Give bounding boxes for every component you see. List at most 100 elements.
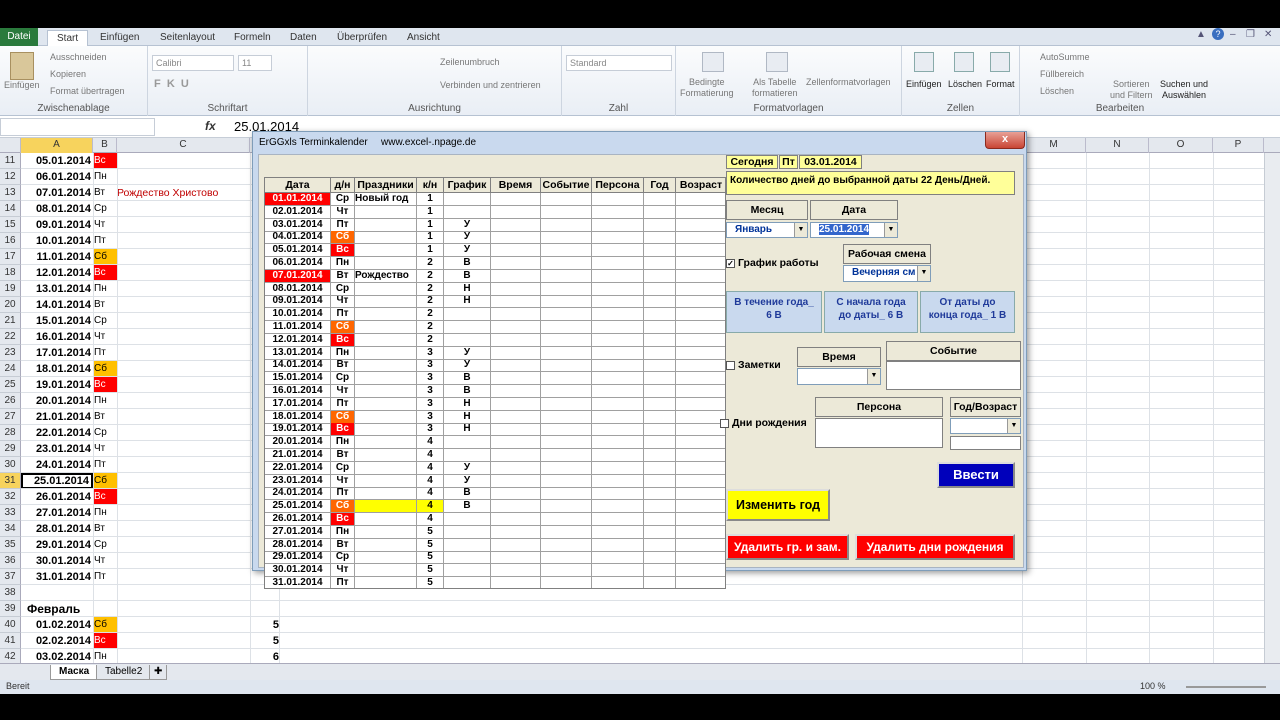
row-header[interactable]: 30 xyxy=(0,457,21,473)
cell-date[interactable]: 24.01.2014 xyxy=(21,457,93,473)
cell-date[interactable]: 08.01.2014 xyxy=(21,201,93,217)
enter-button[interactable]: Ввести xyxy=(937,462,1015,488)
cell-weekday[interactable]: Чт xyxy=(93,217,117,233)
event-input[interactable] xyxy=(886,361,1021,390)
cell-date[interactable]: 18.01.2014 xyxy=(21,361,93,377)
row-header[interactable]: 15 xyxy=(0,217,21,233)
fill-button[interactable]: Füllbereich xyxy=(1040,69,1084,79)
font-name-select[interactable]: Calibri xyxy=(152,55,234,71)
cell-weekday[interactable]: Ср xyxy=(93,537,117,553)
cell-weekday[interactable]: Пн xyxy=(93,169,117,185)
cell-date[interactable]: 30.01.2014 xyxy=(21,553,93,569)
window-minimize-icon[interactable]: – xyxy=(1230,29,1236,40)
row-header[interactable]: 38 xyxy=(0,585,21,601)
cell-weekday[interactable]: Вс xyxy=(93,153,117,169)
row-header[interactable]: 36 xyxy=(0,553,21,569)
row-header[interactable]: 39 xyxy=(0,601,21,617)
row-header[interactable]: 17 xyxy=(0,249,21,265)
cell-date[interactable]: 19.01.2014 xyxy=(21,377,93,393)
cell-date[interactable]: 22.01.2014 xyxy=(21,425,93,441)
cell-date[interactable]: 10.01.2014 xyxy=(21,233,93,249)
time-select[interactable]: ▼ xyxy=(797,368,881,385)
find-select-button[interactable]: Suchen und Auswählen xyxy=(1160,79,1208,101)
list-header[interactable]: Возраст xyxy=(676,178,725,193)
row-header[interactable]: 37 xyxy=(0,569,21,585)
paste-button[interactable]: Einfügen xyxy=(4,80,40,90)
month-select[interactable]: Январь ▼ xyxy=(726,222,808,238)
row-header[interactable]: 31 xyxy=(0,473,21,489)
list-header[interactable]: Год xyxy=(644,178,676,193)
column-header-a[interactable]: A xyxy=(21,138,93,153)
row-header[interactable]: 12 xyxy=(0,169,21,185)
list-header[interactable]: к/н xyxy=(417,178,444,193)
cell-date[interactable]: 09.01.2014 xyxy=(21,217,93,233)
window-close-icon[interactable]: ✕ xyxy=(1264,29,1272,40)
cell-weekday[interactable]: Чт xyxy=(93,441,117,457)
cell-date[interactable]: 31.01.2014 xyxy=(21,569,93,585)
cell-weekday[interactable]: Пт xyxy=(93,233,117,249)
cell-date[interactable]: 05.01.2014 xyxy=(21,153,93,169)
cell-weekday[interactable]: Пн xyxy=(93,393,117,409)
format-painter-button[interactable]: Format übertragen xyxy=(50,86,125,96)
cell-date[interactable] xyxy=(21,585,93,601)
cell-weekday[interactable]: Вт xyxy=(93,297,117,313)
fx-icon[interactable]: fx xyxy=(205,119,216,133)
cell-date[interactable]: 21.01.2014 xyxy=(21,409,93,425)
row-header[interactable]: 40 xyxy=(0,617,21,633)
cell-week-number[interactable]: 5 xyxy=(250,617,279,633)
cell-weekday[interactable]: Ср xyxy=(93,313,117,329)
cell-weekday[interactable]: Вс xyxy=(93,489,117,505)
shift-select[interactable]: Вечерняя см ▼ xyxy=(843,265,931,282)
cell-weekday[interactable]: Пт xyxy=(93,569,117,585)
cell-weekday[interactable]: Чт xyxy=(93,329,117,345)
row-header[interactable]: 41 xyxy=(0,633,21,649)
cell-date[interactable]: 25.01.2014 xyxy=(21,473,93,489)
cell-date[interactable]: 02.02.2014 xyxy=(21,633,93,649)
cell-weekday[interactable]: Сб xyxy=(93,361,117,377)
notes-checkbox[interactable]: Заметки xyxy=(726,359,781,371)
zoom-slider[interactable] xyxy=(1186,686,1266,688)
cell-holiday-note[interactable]: Рождество Христово xyxy=(117,185,218,201)
change-year-button[interactable]: Изменить год xyxy=(726,489,830,521)
ribbon-minimize-icon[interactable]: ▲ xyxy=(1196,29,1206,40)
cell-date[interactable]: 01.02.2014 xyxy=(21,617,93,633)
work-schedule-checkbox[interactable]: ✓ График работы xyxy=(726,257,819,269)
cell-date[interactable]: 27.01.2014 xyxy=(21,505,93,521)
row-header[interactable]: 18 xyxy=(0,265,21,281)
row-header[interactable]: 11 xyxy=(0,153,21,169)
bold-icon[interactable]: F K U xyxy=(154,78,189,90)
cell-weekday[interactable]: Пн xyxy=(93,281,117,297)
cell-date[interactable]: 12.01.2014 xyxy=(21,265,93,281)
cell-date[interactable]: 16.01.2014 xyxy=(21,329,93,345)
tab-insert[interactable]: Einfügen xyxy=(100,30,139,46)
tab-formulas[interactable]: Formeln xyxy=(234,30,271,46)
cell-weekday[interactable] xyxy=(93,601,117,617)
list-header[interactable]: График xyxy=(444,178,491,193)
person-input[interactable] xyxy=(815,418,943,448)
column-header-b[interactable]: B xyxy=(93,138,117,153)
cell-weekday[interactable]: Пн xyxy=(93,505,117,521)
list-header[interactable]: Праздники xyxy=(355,178,417,193)
row-header[interactable]: 32 xyxy=(0,489,21,505)
name-box[interactable] xyxy=(0,118,155,136)
row-header[interactable]: 13 xyxy=(0,185,21,201)
list-header[interactable]: Время xyxy=(491,178,541,193)
column-header-p[interactable]: P xyxy=(1213,138,1264,153)
cell-date[interactable]: 17.01.2014 xyxy=(21,345,93,361)
row-header[interactable]: 22 xyxy=(0,329,21,345)
cell-date[interactable]: 07.01.2014 xyxy=(21,185,93,201)
list-header[interactable]: д/н xyxy=(331,178,355,193)
tab-file[interactable]: Datei xyxy=(0,28,38,46)
row-header[interactable]: 33 xyxy=(0,505,21,521)
column-header-o[interactable]: O xyxy=(1149,138,1213,153)
column-header-c[interactable]: C xyxy=(117,138,250,153)
autosum-button[interactable]: AutoSumme xyxy=(1040,52,1090,62)
cell-date[interactable]: 14.01.2014 xyxy=(21,297,93,313)
cell-weekday[interactable]: Вс xyxy=(93,377,117,393)
birthdays-checkbox[interactable]: Дни рождения xyxy=(720,417,807,429)
list-header[interactable]: Персона xyxy=(592,178,644,193)
new-sheet-icon[interactable]: ✚ xyxy=(149,665,168,680)
cell-date[interactable]: 11.01.2014 xyxy=(21,249,93,265)
row-header[interactable]: 23 xyxy=(0,345,21,361)
row-header[interactable]: 28 xyxy=(0,425,21,441)
